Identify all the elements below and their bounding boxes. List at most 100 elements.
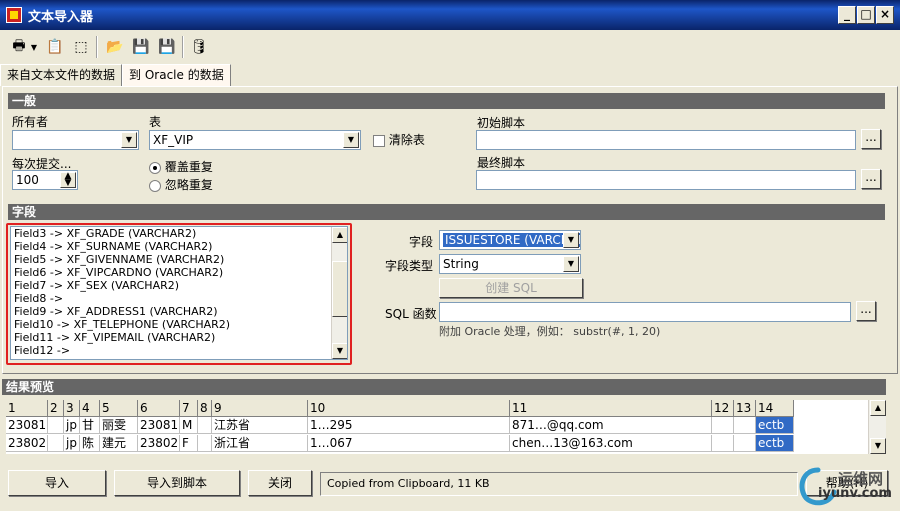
scroll-up-icon[interactable]: ▲ (870, 400, 886, 416)
toolbar: 🖶 ▼ 📋 ⬚ 📂 💾 💾 🛢 (0, 30, 900, 64)
table-cell[interactable]: 23802 (138, 435, 180, 452)
import-to-script-button[interactable]: 导入到脚本 (114, 470, 240, 496)
column-header[interactable]: 5 (100, 400, 138, 417)
close-window-button[interactable]: × (876, 6, 894, 24)
window-title: 文本导入器 (28, 9, 94, 25)
final-script-browse-button[interactable]: ... (861, 169, 881, 189)
table-cell[interactable]: 丽雯 (100, 417, 138, 434)
maximize-button[interactable]: □ (857, 6, 875, 24)
table-cell[interactable] (712, 417, 734, 434)
column-header[interactable]: 13 (734, 400, 756, 417)
section-preview: 结果预览 (2, 379, 886, 395)
table-cell[interactable] (712, 435, 734, 452)
watermark-line2: iyunv.com (818, 486, 892, 501)
dropdown-arrow-icon[interactable]: ▼ (28, 36, 40, 58)
table-cell[interactable]: chen…13@163.com (510, 435, 712, 452)
init-script-input[interactable] (476, 130, 856, 150)
scroll-down-icon[interactable]: ▼ (870, 438, 886, 454)
toolbar-separator (182, 36, 184, 58)
database-icon[interactable]: 🛢 (188, 36, 210, 58)
spinner-arrows-icon[interactable]: ▲ ▼ (60, 172, 76, 188)
table-cell[interactable] (48, 417, 64, 434)
table-cell[interactable]: 871…@qq.com (510, 417, 712, 434)
column-header[interactable]: 10 (308, 400, 510, 417)
save-disabled-icon: 💾 (132, 39, 150, 55)
table-cell[interactable]: jp (64, 417, 80, 434)
sql-func-browse-button[interactable]: ... (856, 301, 876, 321)
overwrite-radio[interactable] (149, 161, 161, 174)
column-header[interactable]: 1 (6, 400, 48, 417)
open-folder-icon[interactable]: 📂 (104, 36, 126, 58)
table-cell[interactable]: 陈 (80, 435, 100, 452)
new-template-icon[interactable]: 🖶 (8, 36, 30, 58)
import-button[interactable]: 导入 (8, 470, 106, 496)
create-sql-button: 创建 SQL (439, 278, 583, 298)
table-combo[interactable]: XF_VIP ▼ (149, 130, 361, 150)
table-cell[interactable] (734, 417, 756, 434)
table-cell[interactable]: 1…295 (308, 417, 510, 434)
column-header[interactable]: 2 (48, 400, 64, 417)
minimize-button[interactable]: _ (838, 6, 856, 24)
column-header[interactable]: 3 (64, 400, 80, 417)
init-script-browse-button[interactable]: ... (861, 129, 881, 149)
table-cell[interactable]: 23081 (6, 417, 48, 434)
preview-grid[interactable]: 1 2 3 4 5 6 7 8 9 10 11 12 13 14 23081 jp 甘丽雯 23081 M 江苏省 1…… (6, 400, 876, 454)
close-button[interactable]: 关闭 (248, 470, 312, 496)
column-header[interactable]: 11 (510, 400, 712, 417)
sql-func-input[interactable] (439, 302, 851, 322)
table-cell[interactable]: 23802 (6, 435, 48, 452)
table-cell[interactable] (198, 435, 212, 452)
table-cell[interactable]: 建元 (100, 435, 138, 452)
table-cell[interactable]: ectb (756, 417, 794, 434)
table-cell[interactable]: jp (64, 435, 80, 452)
table-cell[interactable]: F (180, 435, 198, 452)
field-combo[interactable]: ISSUESTORE (VARCHAR2) ▼ (439, 230, 581, 250)
section-fields: 字段 (8, 204, 885, 220)
watermark-logo: 运维网 iyunv.com (796, 466, 898, 508)
column-header[interactable]: 8 (198, 400, 212, 417)
sql-func-label: SQL 函数 (385, 307, 437, 321)
commit-spinner[interactable]: 100 ▲ ▼ (12, 170, 78, 190)
field-type-label: 字段类型 (385, 259, 434, 273)
table-label: 表 (149, 115, 162, 129)
tab-oracle[interactable]: 到 Oracle 的数据 (122, 64, 231, 86)
clear-table-option[interactable]: 清除表 (373, 131, 425, 148)
commit-value: 100 (16, 173, 39, 187)
table-cell[interactable]: 甘 (80, 417, 100, 434)
column-header[interactable]: 7 (180, 400, 198, 417)
overwrite-option[interactable]: 覆盖重复 (149, 158, 213, 175)
ignore-radio[interactable] (149, 179, 161, 192)
chevron-down-icon[interactable]: ▼ (121, 132, 137, 148)
save-icon[interactable]: 💾 (156, 36, 178, 58)
owner-label: 所有者 (12, 115, 49, 129)
final-script-input[interactable] (476, 170, 856, 190)
column-header[interactable]: 9 (212, 400, 308, 417)
table-cell[interactable] (48, 435, 64, 452)
table-cell[interactable]: 1…067 (308, 435, 510, 452)
title-bar: 文本导入器 (0, 0, 900, 30)
table-cell[interactable] (734, 435, 756, 452)
clear-icon[interactable]: ⬚ (70, 36, 92, 58)
table-cell[interactable]: ectb (756, 435, 794, 452)
ignore-option[interactable]: 忽略重复 (149, 176, 213, 193)
column-header[interactable]: 12 (712, 400, 734, 417)
section-general: 一般 (8, 93, 885, 109)
chevron-down-icon[interactable]: ▼ (343, 132, 359, 148)
clear-table-checkbox[interactable] (373, 134, 385, 147)
table-cell[interactable]: M (180, 417, 198, 434)
table-cell[interactable]: 江苏省 (212, 417, 308, 434)
grid-scrollbar[interactable]: ▲ ▼ (868, 400, 886, 454)
table-cell[interactable]: 浙江省 (212, 435, 308, 452)
column-header[interactable]: 6 (138, 400, 180, 417)
tab-text-file[interactable]: 来自文本文件的数据 (0, 64, 123, 86)
table-cell[interactable]: 23081 (138, 417, 180, 434)
column-header[interactable]: 14 (756, 400, 794, 417)
paste-icon[interactable]: 📋 (44, 36, 66, 58)
owner-combo[interactable]: ▼ (12, 130, 139, 150)
table-cell[interactable] (198, 417, 212, 434)
clear-table-label: 清除表 (388, 133, 425, 147)
field-type-combo[interactable]: String ▼ (439, 254, 581, 274)
chevron-down-icon[interactable]: ▼ (563, 256, 579, 272)
column-header[interactable]: 4 (80, 400, 100, 417)
chevron-down-icon[interactable]: ▼ (563, 232, 579, 248)
